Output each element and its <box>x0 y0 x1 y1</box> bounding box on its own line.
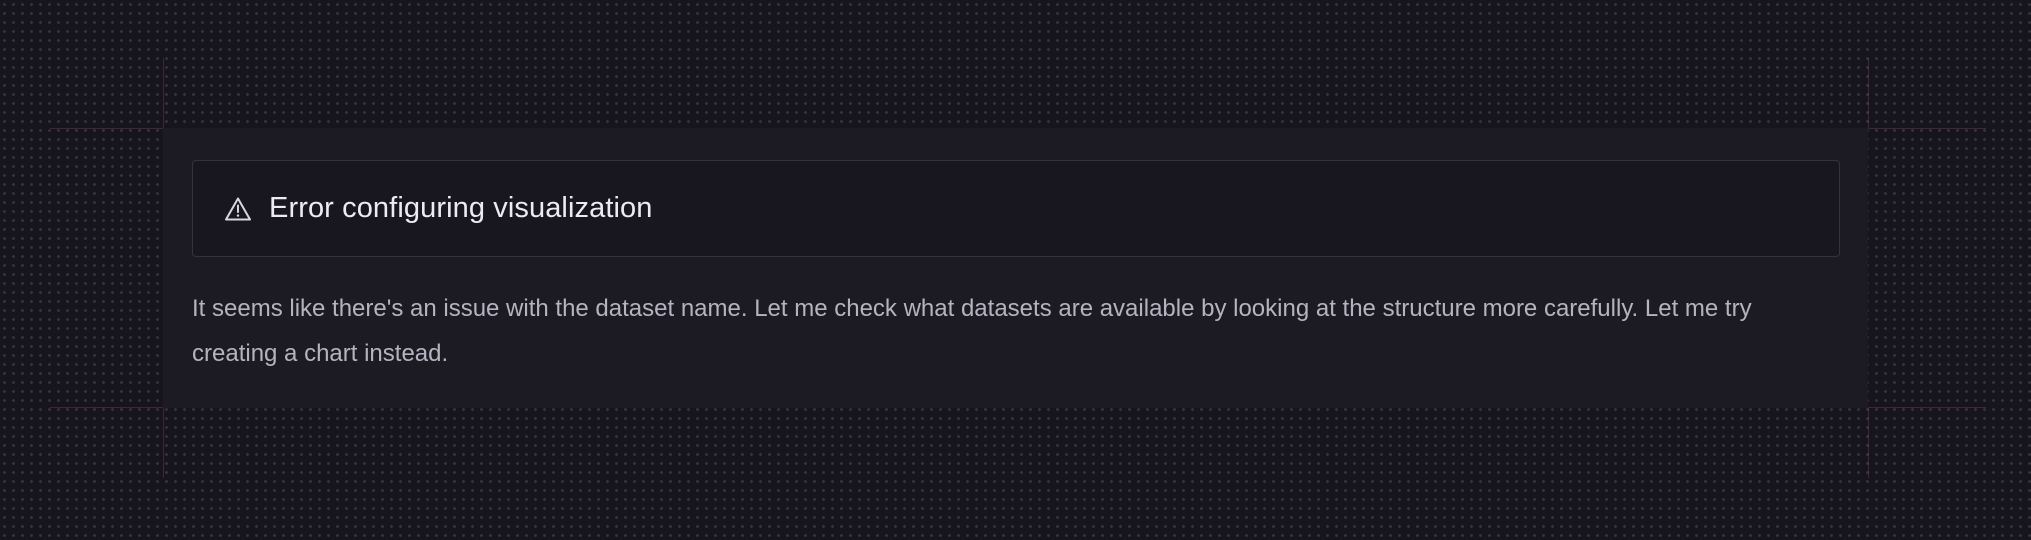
guide-line-top-left <box>163 58 164 128</box>
guide-line-right-top <box>1868 128 1986 129</box>
error-title: Error configuring visualization <box>269 192 653 224</box>
guide-line-bottom-right <box>1868 408 1869 478</box>
warning-triangle-icon <box>223 194 253 224</box>
error-banner: Error configuring visualization <box>192 160 1840 257</box>
guide-line-top-right <box>1868 58 1869 128</box>
assistant-message-text: It seems like there's an issue with the … <box>192 295 1752 367</box>
guide-line-right-bottom <box>1868 407 1986 408</box>
guide-line-bottom-left <box>163 408 164 478</box>
guide-line-left-bottom <box>50 407 163 408</box>
guide-line-left-top <box>50 128 163 129</box>
message-panel: Error configuring visualization It seems… <box>163 128 1868 408</box>
